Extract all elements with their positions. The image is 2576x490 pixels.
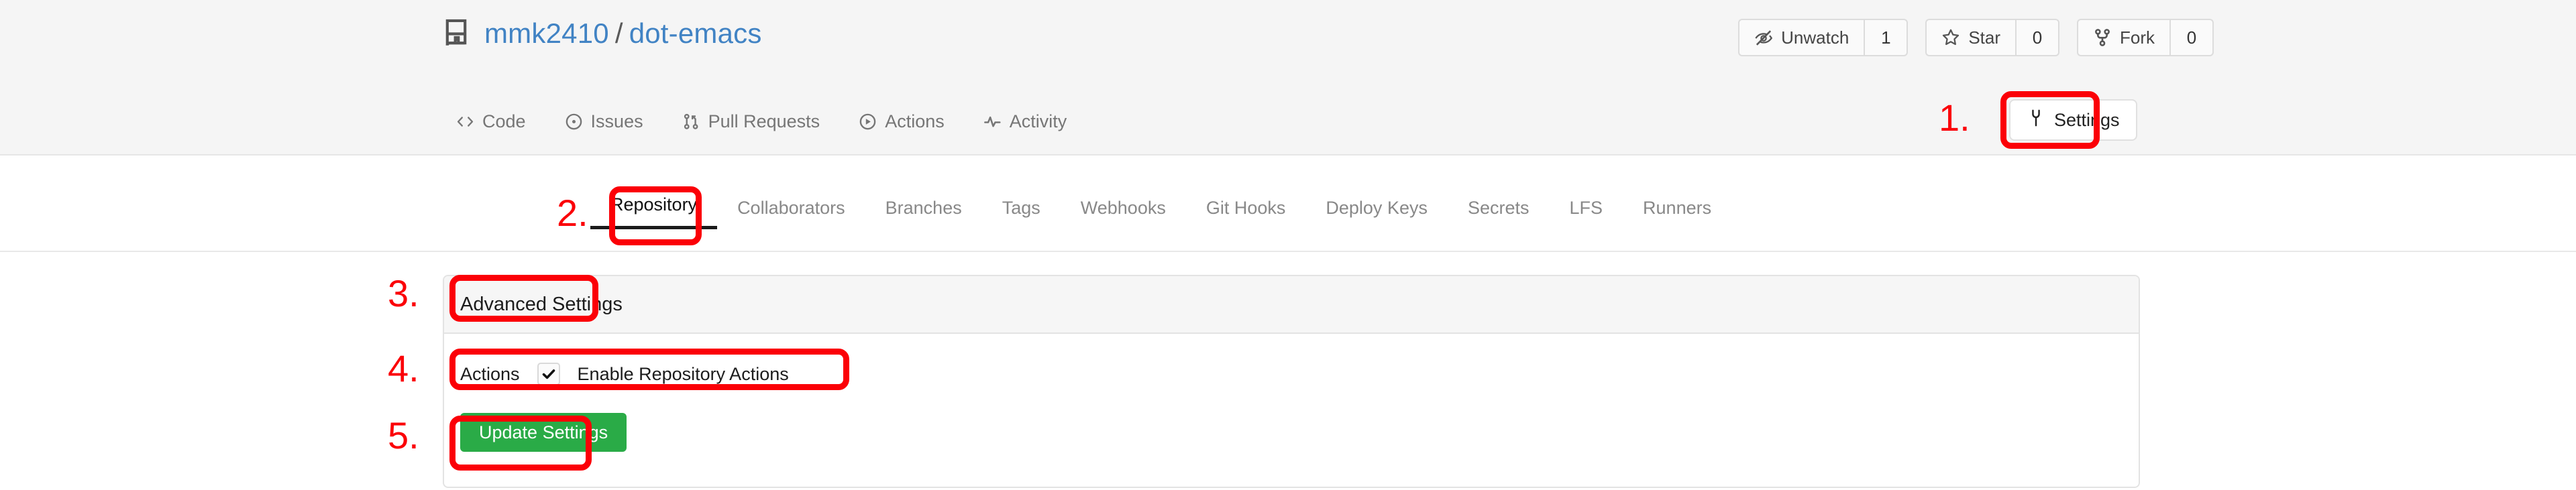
repo-title-row: mmk2410/dot-emacs — [443, 19, 762, 48]
repo-header-band: mmk2410/dot-emacs Unwatch 1 Star 0 Fork … — [0, 0, 2576, 156]
settings-button[interactable]: Settings — [2009, 99, 2137, 141]
fork-label: Fork — [2120, 27, 2155, 48]
nav-tab-actions-label: Actions — [885, 111, 945, 131]
settings-tab-git-hooks[interactable]: Git Hooks — [1186, 198, 1306, 229]
fork-icon — [2093, 28, 2112, 47]
eye-closed-icon — [1754, 28, 1773, 47]
actions-label: Actions — [460, 363, 520, 384]
issue-circle-icon — [565, 113, 583, 131]
repository-settings-page: mmk2410/dot-emacs Unwatch 1 Star 0 Fork … — [0, 0, 2576, 490]
star-button-group[interactable]: Star 0 — [1925, 19, 2059, 56]
settings-tab-deploy-keys[interactable]: Deploy Keys — [1305, 198, 1448, 229]
annotation-number-4: 4. — [388, 347, 419, 389]
star-label: Star — [1968, 27, 2000, 48]
repo-name-link[interactable]: dot-emacs — [629, 17, 762, 49]
nav-tab-activity-label: Activity — [1009, 111, 1067, 131]
fork-button[interactable]: Fork — [2077, 19, 2169, 56]
nav-tab-pull-requests-label: Pull Requests — [708, 111, 820, 131]
nav-tab-pull-requests[interactable]: Pull Requests — [681, 109, 822, 135]
settings-tab-webhooks[interactable]: Webhooks — [1061, 198, 1186, 229]
nav-tab-issues-label: Issues — [590, 111, 643, 131]
annotation-number-2: 2. — [557, 192, 588, 234]
advanced-settings-header: Advanced Settings — [444, 276, 2139, 334]
fork-button-group[interactable]: Fork 0 — [2077, 19, 2214, 56]
repo-path-separator: / — [614, 17, 623, 49]
settings-tab-secrets[interactable]: Secrets — [1448, 198, 1550, 229]
page-title: mmk2410/dot-emacs — [484, 19, 762, 48]
unwatch-button-group[interactable]: Unwatch 1 — [1738, 19, 1909, 56]
advanced-settings-title: Advanced Settings — [460, 293, 623, 315]
pull-request-icon — [682, 113, 700, 131]
annotation-number-3: 3. — [388, 272, 419, 314]
star-count[interactable]: 0 — [2015, 19, 2059, 56]
nav-tab-activity[interactable]: Activity — [982, 109, 1069, 135]
repo-nav-tabs: Code Issues Pull Requests Actions Activi… — [455, 109, 1068, 135]
annotation-number-5: 5. — [388, 414, 419, 456]
fork-count[interactable]: 0 — [2169, 19, 2214, 56]
nav-tab-code[interactable]: Code — [455, 109, 527, 135]
advanced-settings-body: Actions Enable Repository Actions Update… — [444, 334, 2139, 452]
settings-tab-collaborators[interactable]: Collaborators — [717, 198, 865, 229]
nav-tab-code-label: Code — [482, 111, 526, 131]
unwatch-button[interactable]: Unwatch — [1738, 19, 1864, 56]
advanced-settings-panel: Advanced Settings Actions Enable Reposit… — [443, 275, 2140, 488]
settings-tab-branches[interactable]: Branches — [865, 198, 982, 229]
repo-book-icon — [443, 19, 470, 48]
settings-button-label: Settings — [2054, 109, 2120, 130]
update-settings-button[interactable]: Update Settings — [460, 413, 627, 452]
enable-repository-actions-label: Enable Repository Actions — [577, 363, 789, 384]
settings-tab-lfs[interactable]: LFS — [1550, 198, 1623, 229]
enable-repository-actions-checkbox[interactable] — [537, 363, 560, 385]
play-circle-icon — [859, 113, 877, 131]
unwatch-count[interactable]: 1 — [1864, 19, 1909, 56]
activity-pulse-icon — [983, 113, 1002, 131]
actions-setting-row: Actions Enable Repository Actions — [460, 359, 2139, 389]
settings-tab-repository[interactable]: Repository — [590, 194, 718, 229]
repo-action-buttons: Unwatch 1 Star 0 Fork 0 — [1738, 19, 2214, 56]
unwatch-label: Unwatch — [1781, 27, 1849, 48]
nav-tab-issues[interactable]: Issues — [564, 109, 645, 135]
settings-tab-runners[interactable]: Runners — [1623, 198, 1731, 229]
settings-tabs-divider — [0, 251, 2576, 252]
code-icon — [456, 113, 474, 131]
settings-tab-tags[interactable]: Tags — [982, 198, 1061, 229]
settings-sub-tabs: Repository Collaborators Branches Tags W… — [590, 194, 1731, 229]
repo-owner-link[interactable]: mmk2410 — [484, 17, 609, 49]
nav-tab-actions[interactable]: Actions — [857, 109, 946, 135]
star-icon — [1941, 28, 1960, 47]
wrench-icon — [2027, 109, 2045, 132]
star-button[interactable]: Star — [1925, 19, 2015, 56]
